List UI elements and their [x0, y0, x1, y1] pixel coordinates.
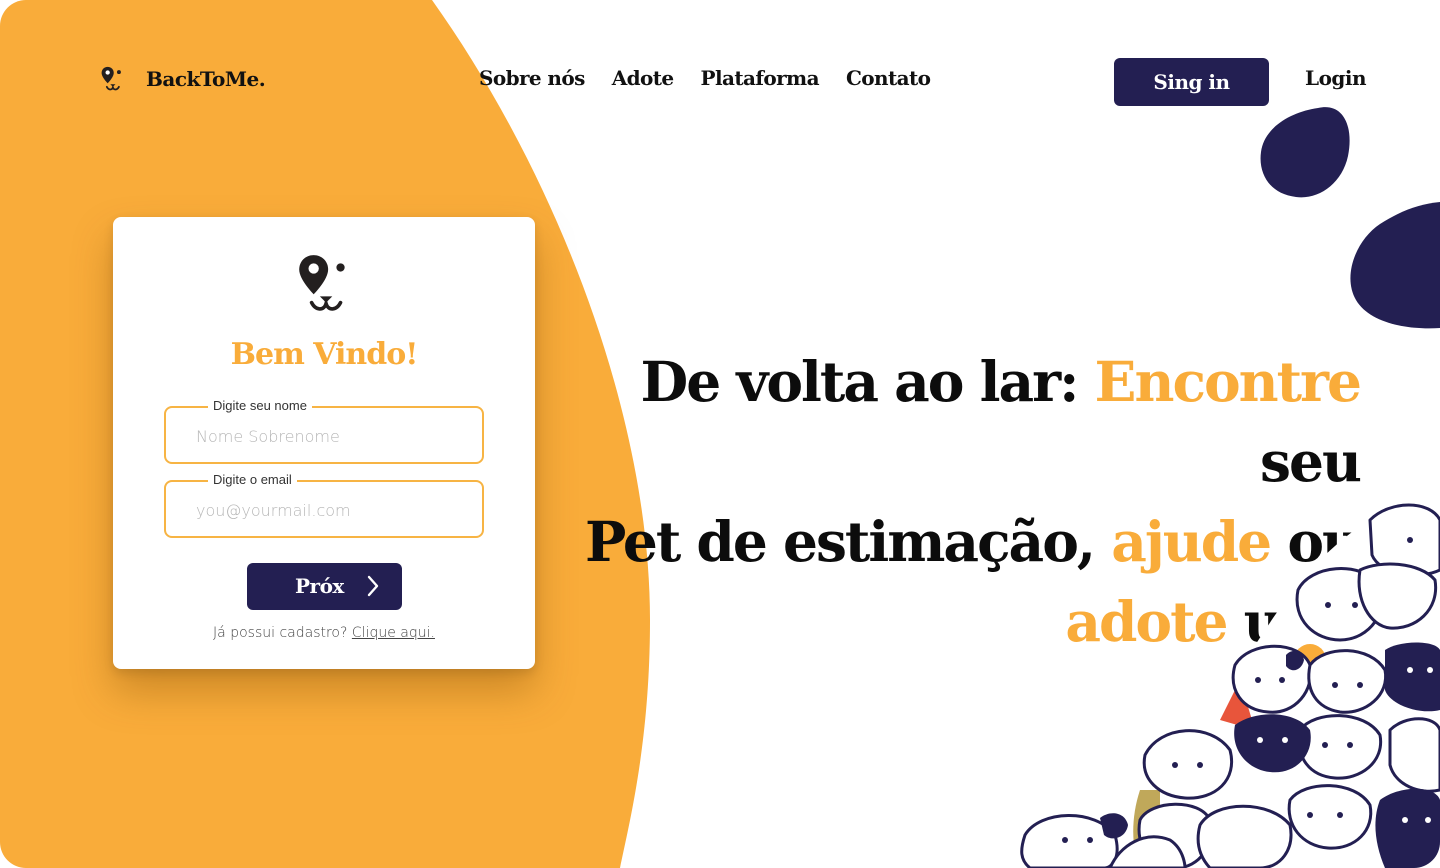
brand-name: BackToMe.	[146, 67, 266, 91]
welcome-card: Bem Vindo! Digite seu nome Digite o emai…	[113, 217, 535, 669]
nav-link-adote[interactable]: Adote	[612, 66, 674, 90]
nav-link-contato[interactable]: Contato	[846, 66, 931, 90]
pet-face-pin-icon	[299, 255, 345, 311]
chevron-right-icon	[367, 575, 379, 597]
navy-blob-small	[1260, 107, 1350, 198]
hero-highlight: Encontre	[1094, 349, 1362, 414]
signup-text: Já possui cadastro?	[213, 625, 348, 641]
nav-link-sobre-nos[interactable]: Sobre nós	[479, 66, 585, 90]
nav-link-plataforma[interactable]: Plataforma	[701, 66, 820, 90]
main-nav: Sobre nós Adote Plataforma Contato	[479, 66, 931, 90]
brand-logo[interactable]: BackToMe.	[100, 66, 266, 92]
email-input[interactable]	[194, 482, 468, 538]
hero-text: De volta ao lar:	[640, 349, 1095, 414]
hero-text: seu	[1260, 429, 1362, 494]
next-button-label: Próx	[295, 574, 344, 598]
sign-in-button[interactable]: Sing in	[1114, 58, 1269, 106]
name-input[interactable]	[194, 408, 468, 464]
next-button[interactable]: Próx	[247, 563, 402, 610]
signup-link[interactable]: Clique aqui.	[352, 625, 435, 641]
welcome-title: Bem Vindo!	[230, 337, 419, 372]
email-field: Digite o email	[164, 472, 484, 538]
landing-page: BackToMe. Sobre nós Adote Plataforma Con…	[0, 0, 1440, 868]
name-field: Digite seu nome	[164, 398, 484, 464]
pet-face-pin-icon	[101, 66, 121, 91]
login-link[interactable]: Login	[1305, 66, 1367, 90]
navy-blob-large	[1350, 202, 1440, 329]
pets-pile-illustration	[1020, 503, 1440, 868]
signup-prompt: Já possui cadastro? Clique aqui.	[113, 625, 535, 641]
